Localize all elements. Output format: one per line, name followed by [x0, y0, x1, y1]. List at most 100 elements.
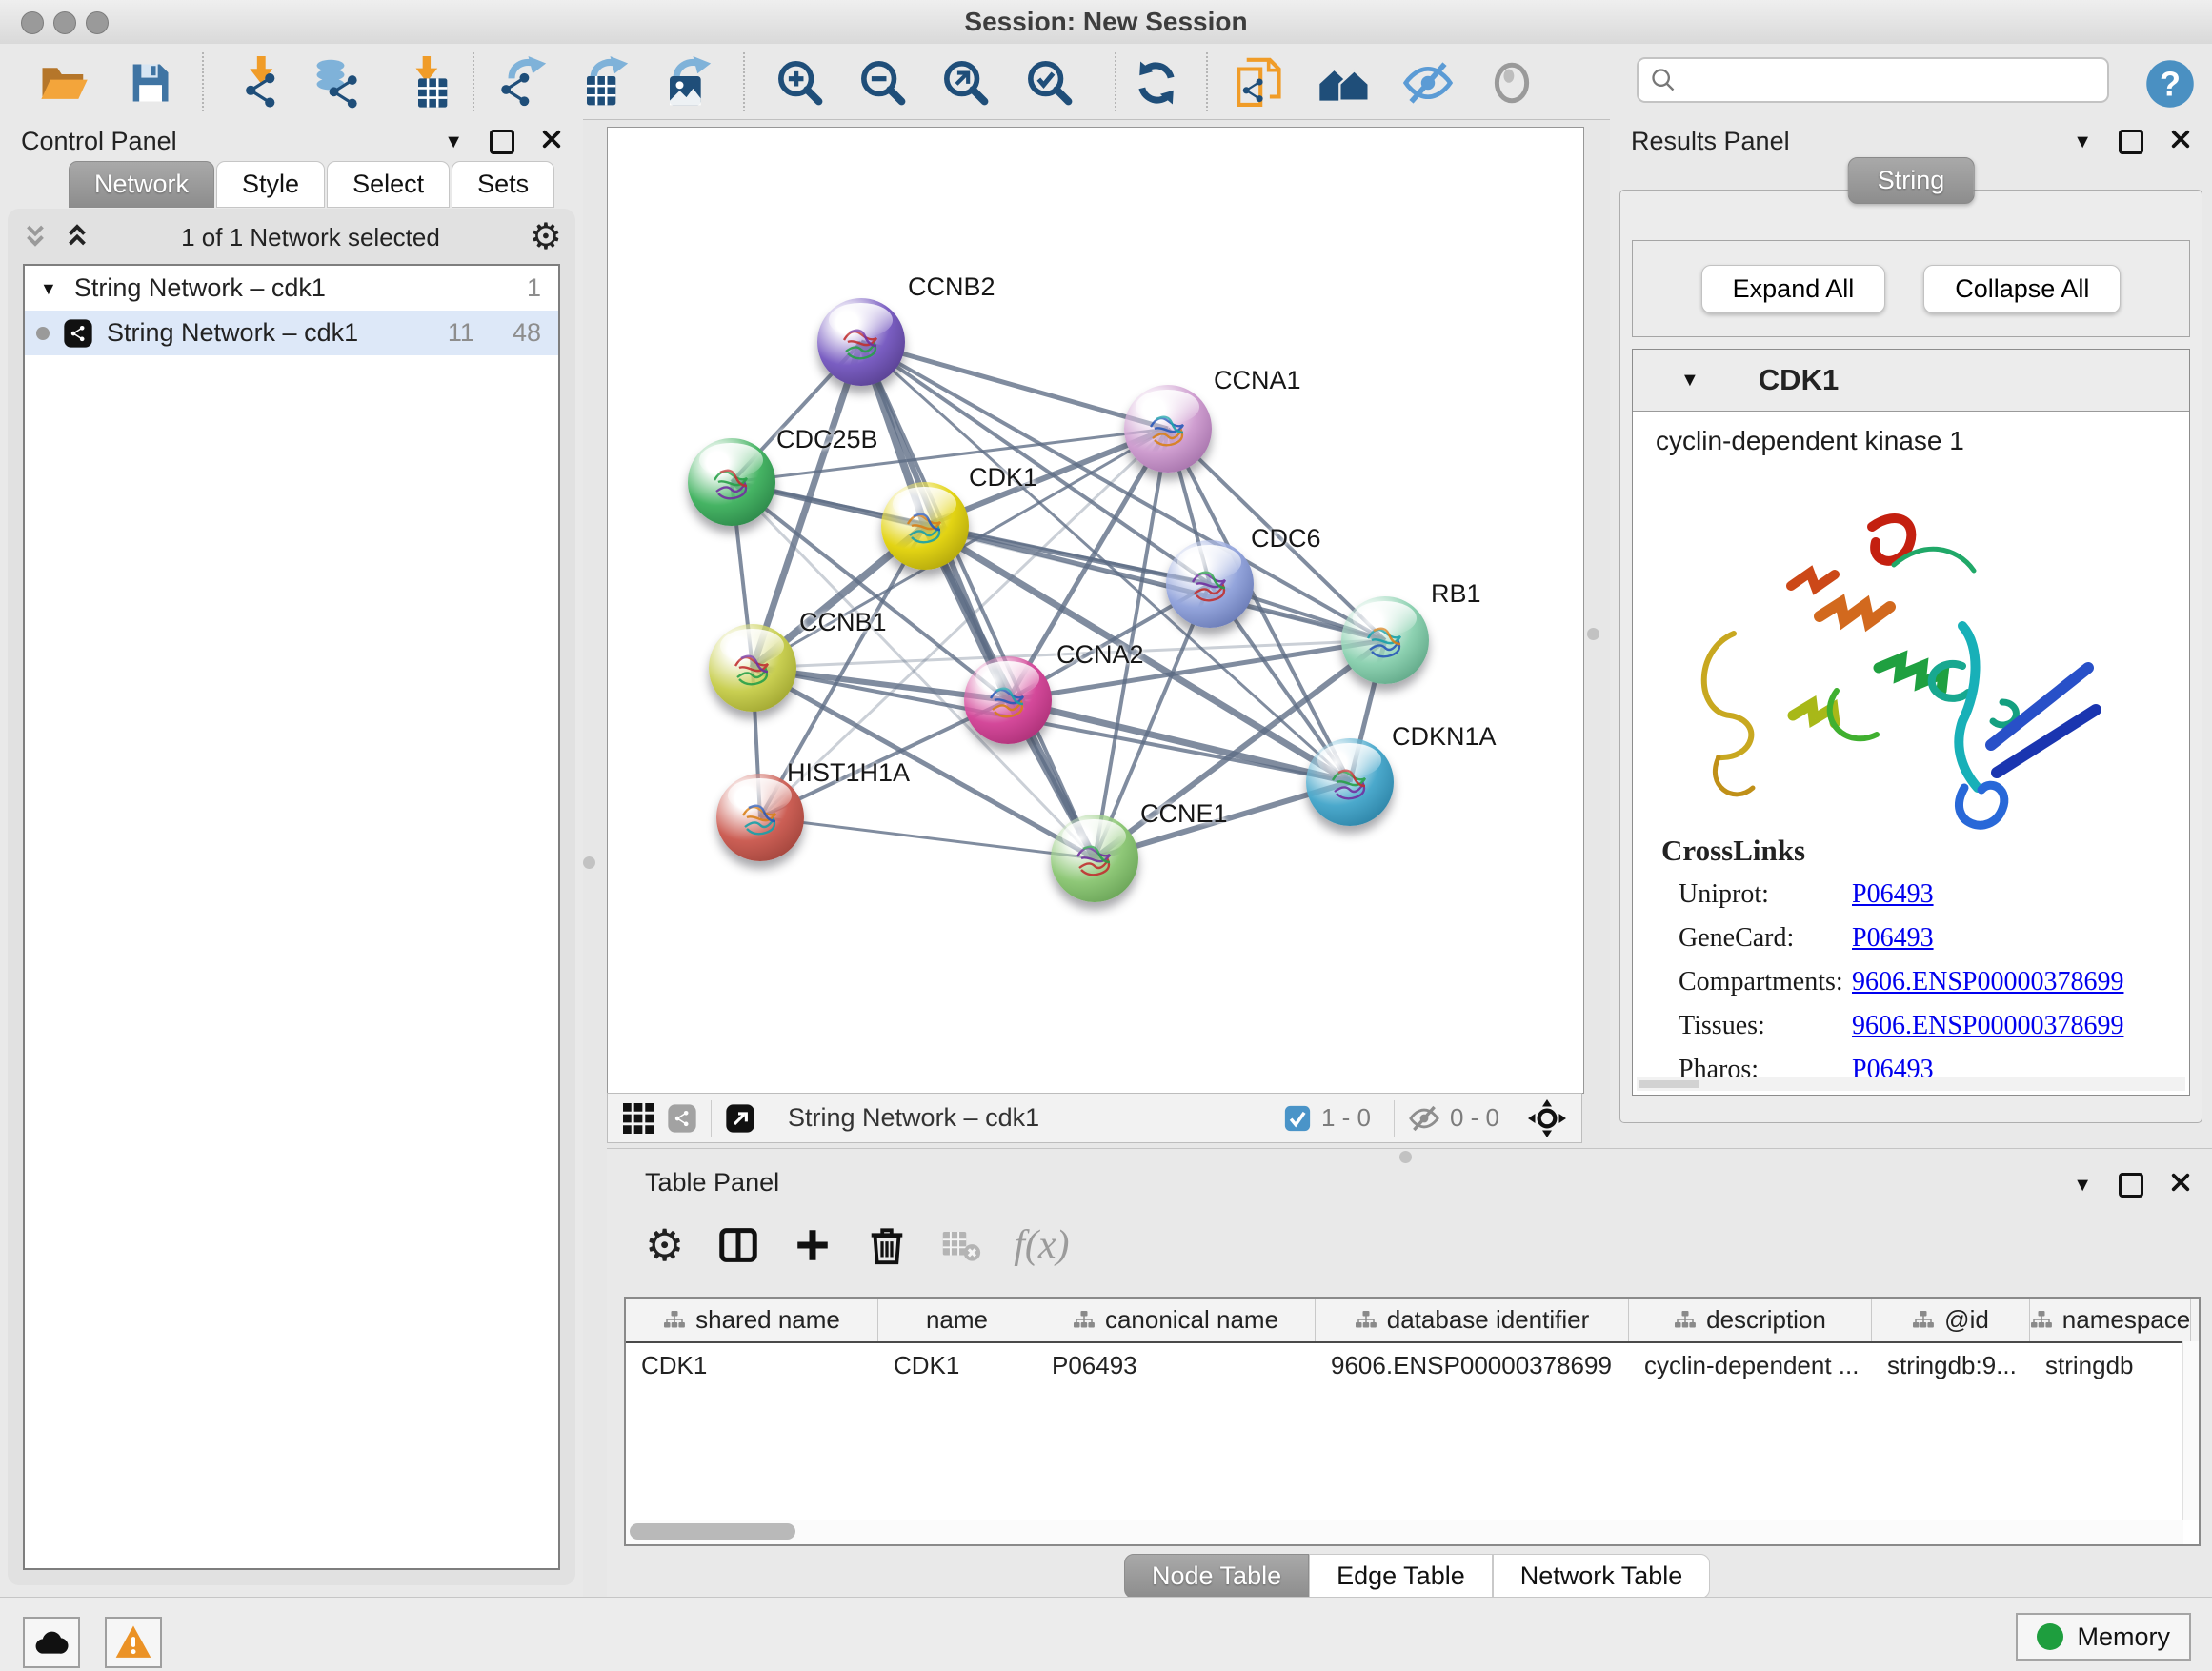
close-panel-icon[interactable] — [541, 129, 562, 154]
close-panel-icon[interactable] — [2170, 129, 2191, 154]
edge-HIST1H1A-CCNE1[interactable] — [760, 817, 1095, 858]
help-icon[interactable]: ? — [2142, 55, 2199, 112]
column-header--id[interactable]: @id — [1872, 1299, 2030, 1341]
memory-button[interactable]: Memory — [2016, 1613, 2191, 1661]
main-toolbar: ? — [0, 44, 2212, 120]
network-node-CCNB1[interactable] — [709, 624, 796, 712]
table-cell[interactable]: stringdb — [2030, 1351, 2191, 1380]
tab-network-table[interactable]: Network Table — [1493, 1554, 1711, 1599]
warnings-button[interactable] — [105, 1617, 162, 1668]
table-cell[interactable]: CDK1 — [626, 1351, 878, 1380]
network-node-CDC6[interactable] — [1166, 540, 1254, 628]
column-header-shared-name[interactable]: shared name — [626, 1299, 878, 1341]
zoom-fit-icon[interactable] — [937, 54, 995, 111]
tab-network[interactable]: Network — [69, 161, 214, 208]
collapse-all-button[interactable]: Collapse All — [1923, 265, 2121, 313]
table-cell[interactable]: CDK1 — [878, 1351, 1036, 1380]
collapse-panel-icon[interactable]: ▼ — [2073, 132, 2092, 151]
network-node-CDKN1A[interactable] — [1306, 738, 1394, 826]
tab-node-table[interactable]: Node Table — [1124, 1554, 1309, 1599]
import-network-icon[interactable] — [230, 54, 287, 111]
collapse-panel-icon[interactable]: ▼ — [2073, 1176, 2092, 1195]
table-horizontal-scrollbar[interactable] — [626, 1520, 2183, 1544]
tab-sets[interactable]: Sets — [452, 161, 554, 208]
tab-edge-table[interactable]: Edge Table — [1309, 1554, 1493, 1599]
results-scrollbar[interactable] — [1637, 1077, 2185, 1091]
table-cell[interactable]: 9606.ENSP00000378699 — [1316, 1351, 1629, 1380]
float-panel-icon[interactable] — [490, 130, 514, 154]
crosslink-value-link[interactable]: 9606.ENSP00000378699 — [1852, 967, 2123, 997]
network-node-CCNA2[interactable] — [964, 656, 1052, 744]
tree-expand-icon[interactable]: ▼ — [40, 280, 57, 297]
birdseye-grid-icon[interactable] — [623, 1103, 654, 1134]
export-network-icon[interactable] — [496, 54, 553, 111]
float-panel-icon[interactable] — [2119, 1173, 2143, 1198]
search-icon — [1650, 67, 1677, 98]
import-database-icon[interactable] — [309, 54, 366, 111]
column-header-canonical-name[interactable]: canonical name — [1036, 1299, 1316, 1341]
collapse-all-networks-icon[interactable] — [21, 221, 50, 254]
network-tab-body: 1 of 1 Network selected ⚙ ▼ String Netwo… — [8, 209, 575, 1585]
collapse-panel-icon[interactable]: ▼ — [444, 132, 463, 151]
left-splitter-handle[interactable] — [583, 856, 595, 869]
scrollbar-thumb[interactable] — [630, 1523, 795, 1540]
crosslink-value-link[interactable]: P06493 — [1852, 879, 1934, 910]
column-header-name[interactable]: name — [878, 1299, 1036, 1341]
add-column-icon[interactable] — [793, 1225, 833, 1265]
table-cell[interactable]: cyclin-dependent ... — [1629, 1351, 1872, 1380]
selected-checkbox-icon[interactable] — [1283, 1104, 1312, 1133]
cloud-button[interactable] — [23, 1617, 80, 1668]
tab-select[interactable]: Select — [327, 161, 450, 208]
import-table-icon[interactable] — [396, 54, 453, 111]
column-header-description[interactable]: description — [1629, 1299, 1872, 1341]
column-header-namespace[interactable]: namespace — [2030, 1299, 2191, 1341]
network-node-CCNA1[interactable] — [1124, 385, 1212, 473]
save-icon[interactable] — [121, 54, 178, 111]
network-node-RB1[interactable] — [1341, 596, 1429, 684]
right-splitter-handle[interactable] — [1587, 628, 1599, 640]
table-vertical-scrollbar[interactable] — [2182, 1341, 2199, 1520]
search-input[interactable] — [1637, 57, 2109, 103]
refresh-icon[interactable] — [1128, 54, 1185, 111]
open-folder-icon[interactable] — [35, 54, 92, 111]
delete-column-icon[interactable] — [865, 1223, 909, 1267]
network-node-CDK1[interactable] — [881, 482, 969, 570]
tab-string[interactable]: String — [1848, 157, 1975, 204]
crosslink-value-link[interactable]: 9606.ENSP00000378699 — [1852, 1011, 2123, 1041]
node-section-header[interactable]: ▼ CDK1 — [1633, 350, 2189, 412]
crosslink-value-link[interactable]: P06493 — [1852, 923, 1934, 954]
bottom-splitter-handle[interactable] — [1399, 1151, 1412, 1163]
zoom-in-icon[interactable] — [772, 54, 829, 111]
fit-content-crosshair-icon[interactable] — [1528, 1099, 1566, 1137]
table-row[interactable]: CDK1CDK1P064939606.ENSP00000378699cyclin… — [626, 1343, 2199, 1387]
show-all-icon[interactable] — [1483, 54, 1540, 111]
hide-selected-icon[interactable] — [1399, 54, 1457, 111]
show-columns-icon[interactable] — [716, 1223, 760, 1267]
document-share-icon[interactable] — [1231, 54, 1288, 111]
network-node-CCNE1[interactable] — [1051, 815, 1138, 902]
network-node-CCNB2[interactable] — [817, 298, 905, 386]
table-cell[interactable]: P06493 — [1036, 1351, 1316, 1380]
hidden-eye-icon[interactable] — [1408, 1102, 1440, 1135]
home-icon[interactable] — [1316, 54, 1373, 111]
network-node-CDC25B[interactable] — [688, 438, 775, 526]
network-collection-row[interactable]: ▼ String Network – cdk1 1 — [25, 266, 558, 311]
section-expand-icon[interactable]: ▼ — [1680, 371, 1699, 390]
tab-style[interactable]: Style — [216, 161, 325, 208]
network-options-gear-icon[interactable]: ⚙ — [530, 219, 562, 255]
table-options-gear-icon[interactable]: ⚙ — [645, 1223, 684, 1267]
network-row-selected[interactable]: String Network – cdk1 11 48 — [25, 311, 558, 355]
expand-all-networks-icon[interactable] — [63, 221, 91, 254]
zoom-selected-icon[interactable] — [1021, 54, 1078, 111]
float-panel-icon[interactable] — [2119, 130, 2143, 154]
close-panel-icon[interactable] — [2170, 1172, 2191, 1198]
export-table-icon[interactable] — [578, 54, 635, 111]
open-in-window-icon[interactable] — [725, 1103, 755, 1134]
network-canvas[interactable]: CCNB2CCNA1CDC25BCDK1CDC6RB1CCNB1CCNA2CDK… — [607, 127, 1584, 1094]
node-label-CDC6: CDC6 — [1251, 524, 1321, 554]
table-cell[interactable]: stringdb:9... — [1872, 1351, 2030, 1380]
export-image-icon[interactable] — [661, 54, 718, 111]
zoom-out-icon[interactable] — [855, 54, 912, 111]
column-header-database-identifier[interactable]: database identifier — [1316, 1299, 1629, 1341]
expand-all-button[interactable]: Expand All — [1701, 265, 1886, 313]
